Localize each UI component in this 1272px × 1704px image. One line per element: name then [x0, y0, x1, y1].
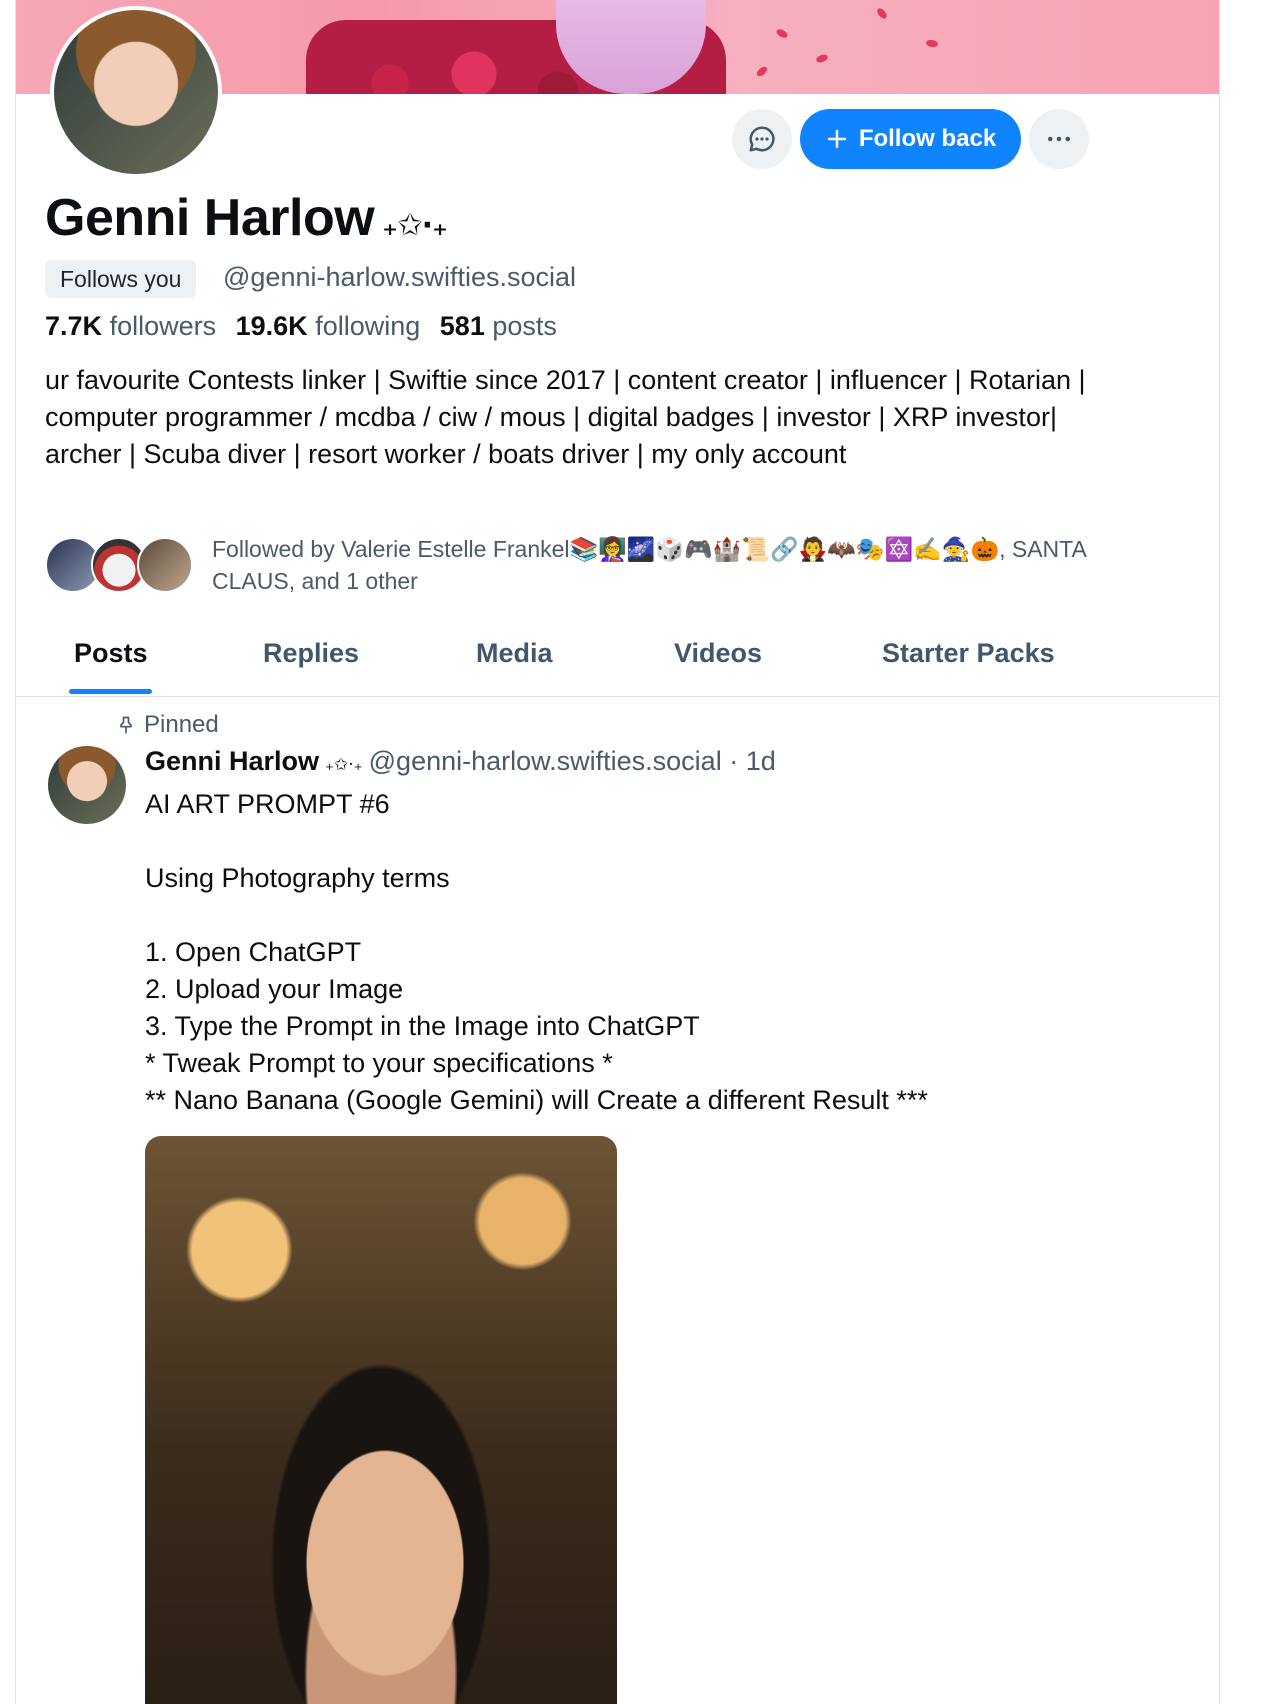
posts-stat: 581 posts: [440, 311, 569, 341]
post-image-portrait: [285, 1446, 485, 1704]
message-button[interactable]: [732, 109, 792, 169]
following-label: following: [315, 311, 421, 341]
tab-videos[interactable]: Videos: [674, 638, 762, 669]
following-stat[interactable]: 19.6K following: [236, 311, 433, 341]
posts-label: posts: [492, 311, 557, 341]
post-header: Genni Harlow ₊✩‧₊ @genni-harlow.swifties.s…: [145, 746, 776, 777]
tab-posts[interactable]: Posts: [74, 638, 148, 669]
banner-petal: [775, 27, 789, 40]
post-author-name[interactable]: Genni Harlow: [145, 746, 319, 776]
post-text: AI ART PROMPT #6 Using Photography terms…: [145, 789, 928, 1115]
name-decoration: ₊✩‧₊: [382, 209, 448, 242]
display-name-text: Genni Harlow: [45, 189, 375, 247]
post-author-avatar[interactable]: [48, 746, 126, 824]
followers-stat[interactable]: 7.7K followers: [45, 311, 228, 341]
profile-handle[interactable]: @genni-harlow.swifties.social: [223, 262, 576, 293]
followed-by-text[interactable]: Followed by Valerie Estelle Frankel📚👩‍🏫🌌…: [212, 533, 1092, 597]
profile-avatar[interactable]: [50, 6, 222, 178]
post-time[interactable]: · 1d: [729, 746, 776, 776]
post-author-decoration: ₊✩‧₊: [325, 755, 363, 774]
tab-starter-packs[interactable]: Starter Packs: [882, 638, 1055, 669]
active-tab-indicator: [69, 689, 152, 694]
follow-back-button[interactable]: Follow back: [800, 109, 1021, 169]
banner-petal: [925, 39, 939, 48]
chat-bubble-icon: [749, 126, 775, 152]
plus-icon: [827, 129, 847, 149]
follow-back-label: Follow back: [858, 125, 997, 152]
post-image[interactable]: [145, 1136, 617, 1704]
following-count: 19.6K: [235, 311, 308, 341]
followers-label: followers: [109, 311, 217, 341]
profile-bio: ur favourite Contests linker | Swiftie s…: [45, 365, 1086, 469]
pinned-label: Pinned: [144, 711, 219, 738]
profile-page: Follow back Genni Harlow ₊✩‧₊ Follows you…: [15, 0, 1220, 1704]
banner-petal: [875, 6, 889, 21]
profile-display-name: Genni Harlow ₊✩‧₊: [45, 188, 448, 248]
post-author-handle[interactable]: @genni-harlow.swifties.social: [369, 746, 722, 776]
follows-you-badge: Follows you: [45, 260, 197, 298]
ellipsis-icon: [1048, 136, 1070, 142]
posts-count: 581: [439, 311, 485, 341]
follower-avatar: [137, 537, 193, 593]
profile-stats: 7.7K followers 19.6K following 581 posts: [45, 311, 569, 342]
followers-count: 7.7K: [45, 311, 103, 341]
pin-icon: [120, 716, 132, 734]
followed-by-avatars[interactable]: [45, 537, 195, 593]
banner-petal: [755, 64, 769, 79]
tab-media[interactable]: Media: [476, 638, 553, 669]
profile-tabs: Posts Replies Media Videos Starter Packs: [16, 620, 1219, 697]
tab-replies[interactable]: Replies: [263, 638, 359, 669]
pinned-indicator: Pinned: [116, 711, 219, 739]
banner-petal: [815, 53, 829, 64]
more-options-button[interactable]: [1029, 109, 1089, 169]
